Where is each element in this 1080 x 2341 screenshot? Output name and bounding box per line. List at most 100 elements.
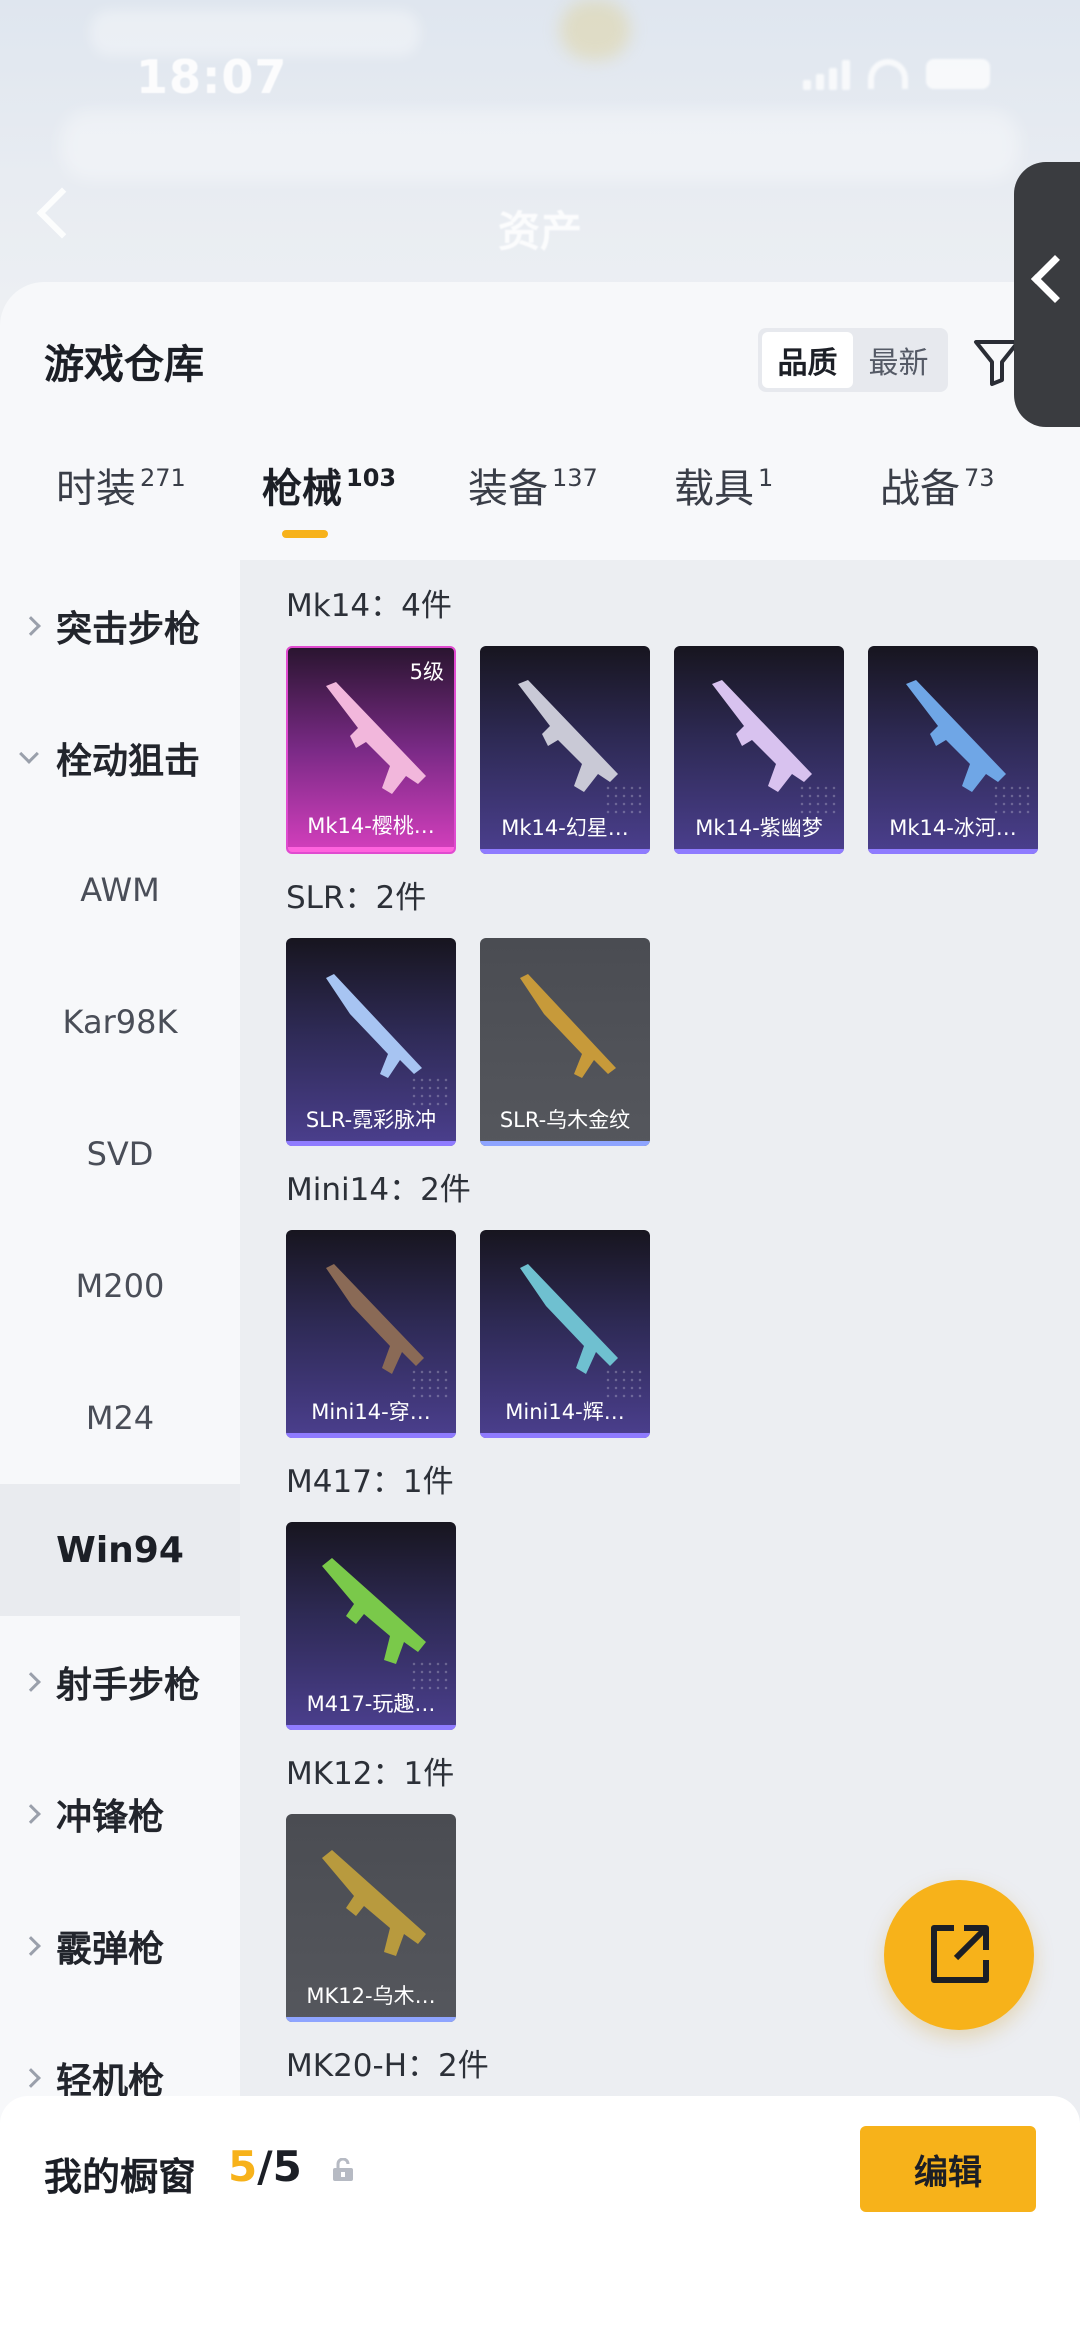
rifle-icon: [520, 1264, 618, 1374]
weapon-card[interactable]: Mk14-冰河…: [868, 646, 1038, 854]
decoration: [992, 784, 1032, 814]
chevron-down-icon: [19, 744, 39, 764]
weapon-name: Mk14-冰河…: [889, 816, 1017, 840]
decoration: [798, 784, 838, 814]
tab-label: 装备: [468, 466, 548, 512]
sidebar-item-marksman-rifles[interactable]: 射手步枪: [0, 1616, 240, 1748]
weapon-card[interactable]: MK12-乌木…: [286, 1814, 456, 2022]
rarity-bar: [480, 1141, 650, 1146]
sidebar-item-m200[interactable]: M200: [0, 1220, 240, 1352]
weapon-card[interactable]: SLR-霓彩脉冲: [286, 938, 456, 1146]
rifle-icon: [906, 680, 1006, 792]
decoration: [410, 1660, 450, 1690]
sort-toggle: 品质 最新: [758, 328, 948, 392]
group-title-mk20h: MK20-H：2件: [286, 2048, 489, 2084]
sidebar-item-label: 突击步枪: [56, 609, 201, 650]
weapon-card[interactable]: Mk14-紫幽梦: [674, 646, 844, 854]
weapon-name: Mk14-樱桃…: [307, 814, 435, 838]
group-title-mk14: Mk14：4件: [286, 588, 452, 624]
weapon-card[interactable]: Mini14-辉…: [480, 1230, 650, 1438]
sidebar-item-label: SVD: [86, 1135, 154, 1173]
tab-supplies[interactable]: 战备 73: [880, 456, 995, 514]
rifle-icon: [326, 1264, 424, 1374]
sidebar-item-label: Kar98K: [62, 1003, 178, 1041]
status-time: 18:07: [136, 50, 288, 104]
weapon-card[interactable]: Mini14-穿…: [286, 1230, 456, 1438]
weapon-card[interactable]: M417-玩趣…: [286, 1522, 456, 1730]
tab-fashion[interactable]: 时装 271: [56, 456, 186, 514]
rarity-bar: [868, 849, 1038, 854]
sidebar-item-m24[interactable]: M24: [0, 1352, 240, 1484]
back-arrow-icon[interactable]: [36, 187, 88, 239]
chevron-left-icon: [1030, 254, 1080, 304]
rarity-bar: [286, 1141, 456, 1146]
decoration: [410, 1076, 450, 1106]
sidebar-item-awm[interactable]: AWM: [0, 824, 240, 956]
edit-button[interactable]: 编辑: [860, 2126, 1036, 2212]
rifle-icon: [322, 1558, 426, 1664]
lock-icon: [333, 2158, 353, 2181]
status-icons: [803, 58, 990, 90]
tab-count: 137: [552, 464, 598, 492]
weapon-sidebar: 突击步枪 栓动狙击 AWM Kar98K SVD M200 M24 Win94 …: [0, 560, 240, 2340]
wifi-icon: [868, 59, 908, 89]
sidebar-item-label: M24: [85, 1399, 155, 1437]
sidebar-item-svd[interactable]: SVD: [0, 1088, 240, 1220]
tab-equipment[interactable]: 装备 137: [468, 456, 598, 514]
weapon-name: Mini14-穿…: [311, 1400, 431, 1424]
rarity-bar: [286, 1433, 456, 1438]
sidebar-item-assault-rifles[interactable]: 突击步枪: [0, 560, 240, 692]
showcase-label: 我的橱窗: [44, 2155, 197, 2199]
sidebar-item-shotguns[interactable]: 霰弹枪: [0, 1880, 240, 2012]
tab-count: 1: [758, 464, 774, 492]
weapon-name: SLR-霓彩脉冲: [305, 1108, 437, 1132]
tab-count: 103: [346, 464, 397, 492]
tab-guns[interactable]: 枪械 103: [262, 456, 396, 514]
sidebar-item-label: 栓动狙击: [56, 741, 201, 782]
sort-option-latest[interactable]: 最新: [853, 332, 944, 388]
sidebar-item-smgs[interactable]: 冲锋枪: [0, 1748, 240, 1880]
group-title-mini14: Mini14：2件: [286, 1172, 471, 1208]
warehouse-panel: 游戏仓库 品质 最新 时装 271 枪械 103 装备 137 载具 1 战备 73 突击…: [0, 282, 1080, 2341]
page-title: 资产: [498, 207, 583, 256]
tab-label: 战备: [880, 466, 960, 512]
active-tab-indicator: [282, 530, 328, 538]
sidebar-item-kar98k[interactable]: Kar98K: [0, 956, 240, 1088]
tab-label: 载具: [674, 466, 754, 512]
chevron-right-icon: [21, 616, 41, 636]
chevron-right-icon: [21, 2068, 41, 2088]
group-title-m417: M417：1件: [286, 1464, 454, 1500]
side-drawer-handle[interactable]: [1014, 162, 1080, 427]
rarity-bar: [674, 849, 844, 854]
weapon-grid: Mk14：4件 5级 Mk14-樱桃… Mk14-幻星… Mk14-紫幽梦 Mk…: [240, 560, 1080, 2340]
sidebar-item-bolt-snipers[interactable]: 栓动狙击: [0, 692, 240, 824]
decoration: [604, 1368, 644, 1398]
sort-option-quality[interactable]: 品质: [762, 332, 853, 388]
decoration: [604, 784, 644, 814]
weapon-card[interactable]: Mk14-幻星…: [480, 646, 650, 854]
sidebar-item-label: 霰弹枪: [56, 1929, 165, 1970]
sidebar-item-label: AWM: [80, 871, 160, 909]
sidebar-item-win94[interactable]: Win94: [0, 1484, 240, 1616]
share-icon: [931, 1925, 989, 1983]
rifle-icon: [326, 682, 426, 794]
level-badge: 5级: [409, 660, 444, 684]
weapon-name: MK12-乌木…: [306, 1984, 436, 2008]
top-header: 18:07 资产: [0, 0, 1080, 300]
share-button[interactable]: [884, 1880, 1034, 2030]
category-tabs: 时装 271 枪械 103 装备 137 载具 1 战备 73: [0, 432, 1080, 542]
tab-vehicles[interactable]: 载具 1: [674, 456, 773, 514]
panel-title: 游戏仓库: [44, 342, 204, 388]
rifle-icon: [322, 1850, 426, 1956]
blurred-nav-bar: [60, 110, 1020, 180]
rifle-icon: [518, 680, 618, 792]
chevron-right-icon: [21, 1672, 41, 1692]
weapon-card[interactable]: 5级 Mk14-樱桃…: [286, 646, 456, 854]
chevron-right-icon: [21, 1804, 41, 1824]
tab-count: 73: [964, 464, 995, 492]
showcase-bar: 我的橱窗 5/5 编辑: [0, 2096, 1080, 2341]
weapon-card[interactable]: SLR-乌木金纹: [480, 938, 650, 1146]
chevron-right-icon: [21, 1936, 41, 1956]
group-title-slr: SLR：2件: [286, 880, 427, 916]
group-title-mk12: MK12：1件: [286, 1756, 455, 1792]
